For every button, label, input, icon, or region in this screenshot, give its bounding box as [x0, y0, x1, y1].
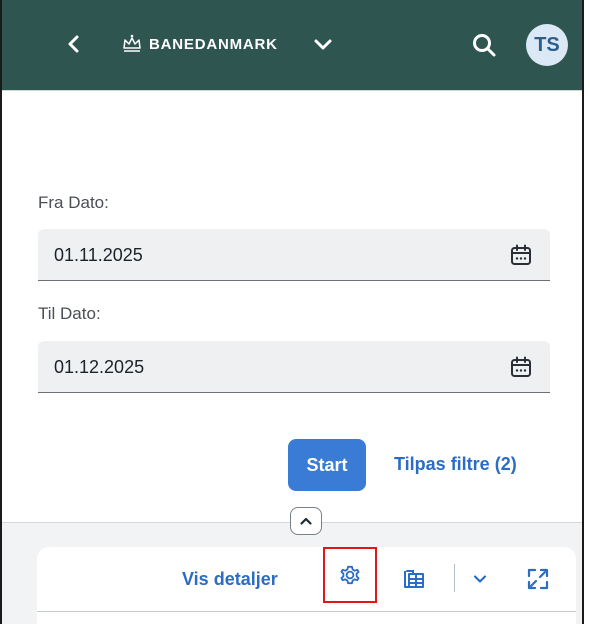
show-details-button[interactable]: Vis detaljer — [182, 569, 278, 590]
start-button[interactable]: Start — [288, 439, 366, 491]
chevron-up-icon — [300, 517, 312, 525]
to-date-value[interactable]: 01.12.2025 — [54, 357, 144, 378]
chevron-left-icon[interactable] — [62, 32, 86, 56]
user-avatar[interactable]: TS — [526, 24, 568, 66]
toolbar-separator — [454, 564, 455, 592]
chevron-down-icon[interactable] — [311, 32, 335, 56]
calendar-icon[interactable] — [510, 356, 532, 378]
shell-header: BANEDANMARK TS — [2, 0, 582, 91]
collapse-header-button[interactable] — [290, 507, 322, 535]
to-date-field[interactable]: 01.12.2025 — [38, 341, 550, 393]
to-date-label: Til Dato: — [38, 304, 101, 323]
settings-icon — [340, 565, 360, 585]
brand-name: BANEDANMARK — [149, 35, 278, 53]
table-export-icon[interactable] — [402, 567, 426, 591]
from-date-value[interactable]: 01.11.2025 — [54, 245, 143, 266]
from-date-field[interactable]: 01.11.2025 — [38, 229, 550, 281]
crown-logo-icon — [123, 34, 141, 52]
card-divider — [37, 611, 576, 612]
app-frame: BANEDANMARK TS Fra Dato: 01.11.2025 Til … — [0, 0, 584, 624]
calendar-icon[interactable] — [510, 244, 532, 266]
fullscreen-icon[interactable] — [525, 566, 551, 592]
from-date-label: Fra Dato: — [38, 193, 109, 212]
chevron-down-icon[interactable] — [470, 569, 490, 589]
adapt-filters-button[interactable]: Tilpas filtre (2) — [394, 454, 517, 475]
table-toolbar-card: Vis detaljer — [37, 547, 576, 624]
brand-logo[interactable]: BANEDANMARK — [121, 33, 278, 55]
settings-button[interactable] — [323, 547, 377, 603]
search-icon[interactable] — [471, 32, 497, 58]
